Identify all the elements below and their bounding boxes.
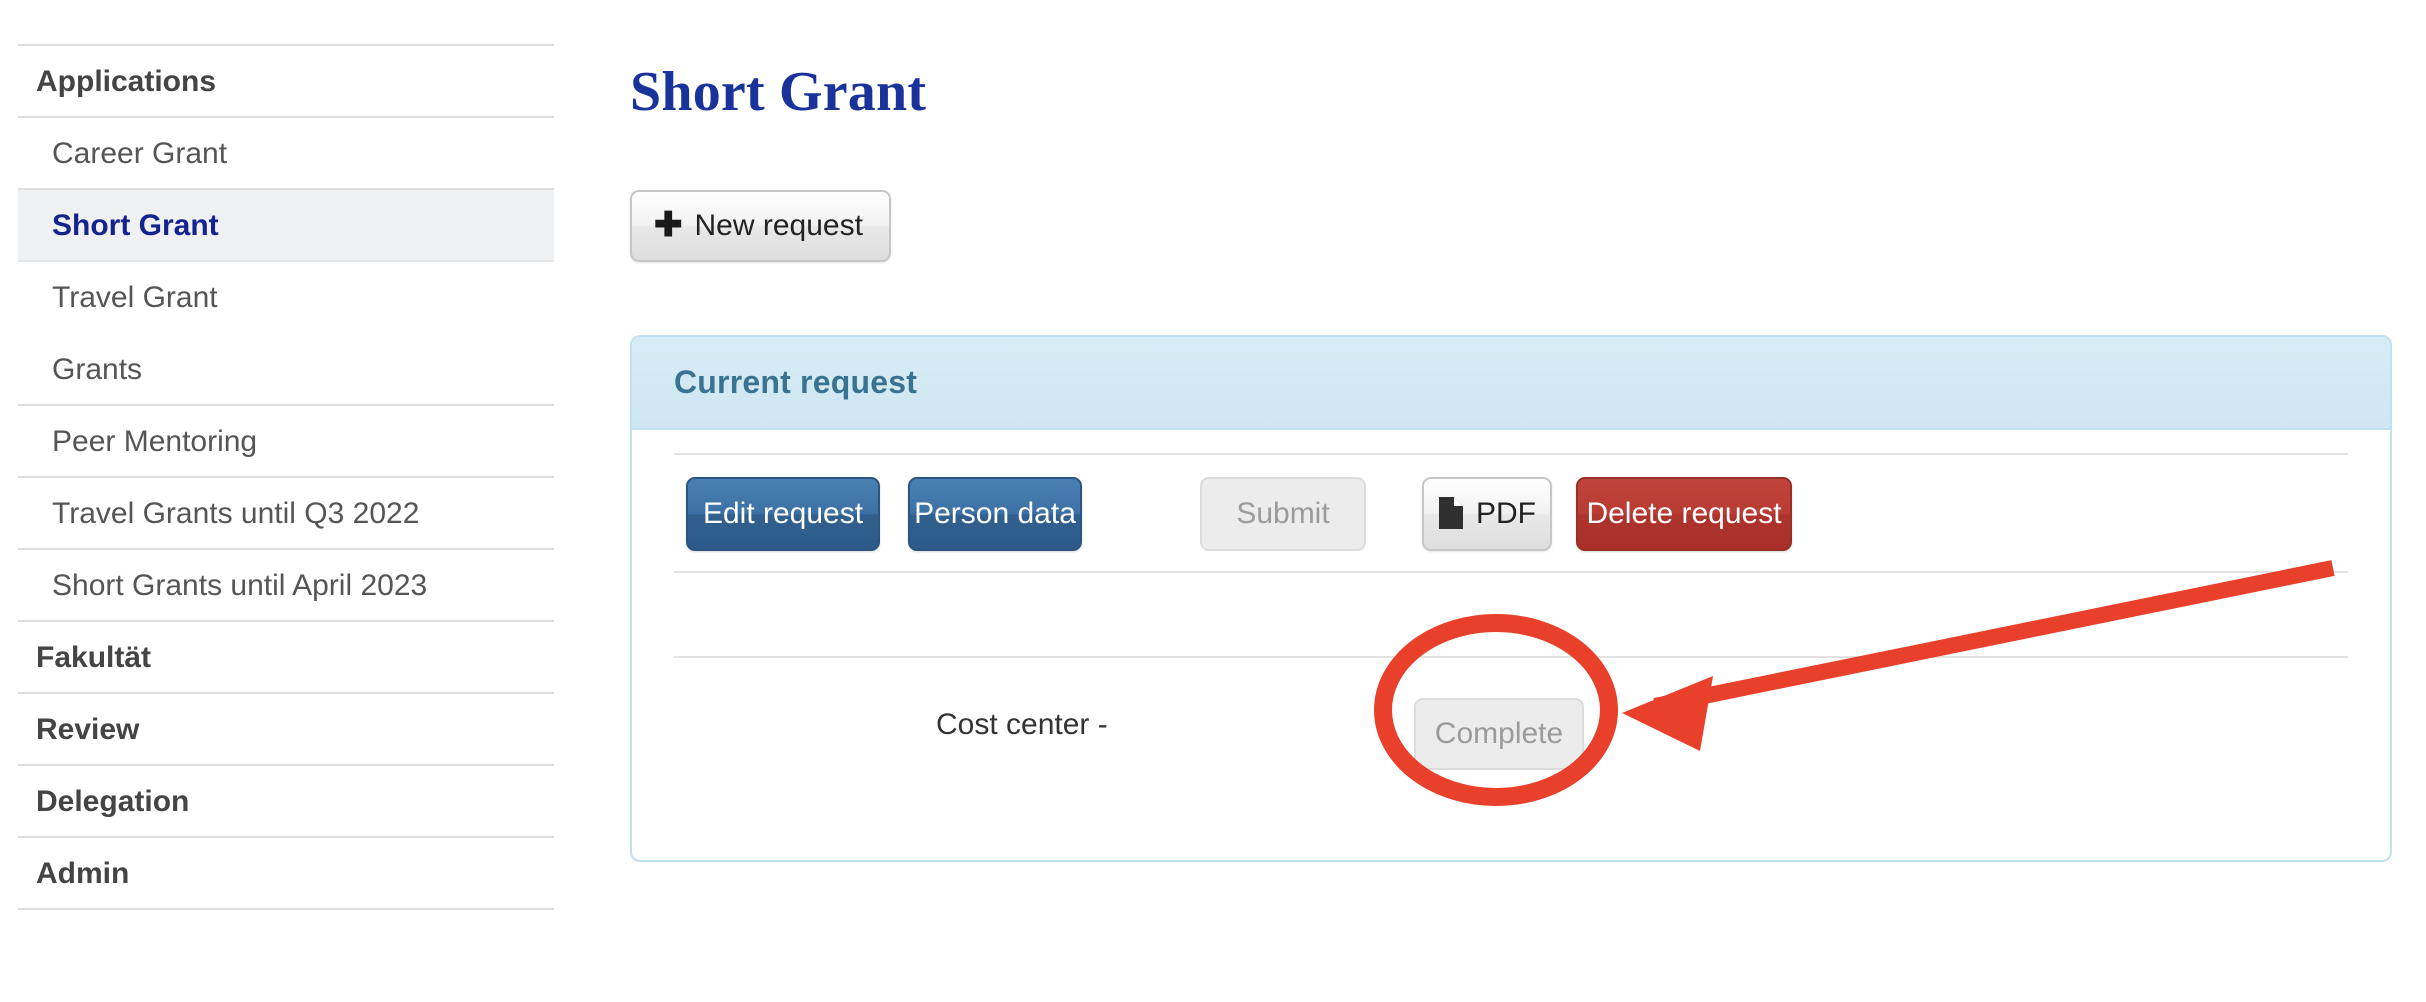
- sidebar-item-label: Grants: [52, 353, 143, 386]
- sidebar-item-career-grant[interactable]: Career Grant: [18, 118, 554, 190]
- sidebar-item-review[interactable]: Review: [18, 694, 554, 766]
- sidebar-item-short-grants-until-april-2023[interactable]: Short Grants until April 2023: [18, 550, 554, 622]
- page-title: Short Grant: [630, 60, 927, 123]
- sidebar-item-label: Admin: [36, 857, 130, 890]
- sidebar-item-short-grant[interactable]: Short Grant: [18, 190, 554, 262]
- sidebar-item-label: Peer Mentoring: [52, 425, 258, 458]
- new-request-button[interactable]: ✚ New request: [630, 190, 891, 262]
- edit-request-button[interactable]: Edit request: [686, 477, 880, 551]
- sidebar-item-label: Fakultät: [36, 641, 152, 674]
- panel-body: Edit request Person data Submit PDF Dele…: [632, 453, 2390, 796]
- panel-divider-row: [674, 571, 2348, 656]
- submit-label: Submit: [1236, 497, 1330, 530]
- sidebar-item-label: Travel Grants until Q3 2022: [52, 497, 420, 530]
- person-data-button[interactable]: Person data: [908, 477, 1082, 551]
- submit-button[interactable]: Submit: [1200, 477, 1366, 551]
- sidebar-item-applications[interactable]: Applications: [18, 46, 554, 118]
- sidebar-item-label: Travel Grant: [52, 281, 218, 314]
- sidebar-item-grants[interactable]: Grants: [18, 334, 554, 406]
- sidebar-item-travel-grants-until-q3-2022[interactable]: Travel Grants until Q3 2022: [18, 478, 554, 550]
- sidebar-item-travel-grant[interactable]: Travel Grant: [18, 262, 554, 334]
- sidebar-nav-list: Applications Career Grant Short Grant Tr…: [18, 44, 554, 910]
- sidebar-item-delegation[interactable]: Delegation: [18, 766, 554, 838]
- pdf-button[interactable]: PDF: [1422, 477, 1552, 551]
- delete-request-button[interactable]: Delete request: [1576, 477, 1792, 551]
- sidebar-item-label: Short Grant: [52, 209, 219, 242]
- sidebar-item-fakultaet[interactable]: Fakultät: [18, 622, 554, 694]
- sidebar-item-label: Review: [36, 713, 140, 746]
- cost-center-label: Cost center -: [936, 708, 1108, 741]
- file-pdf-icon: [1438, 496, 1464, 530]
- cost-center-row: Cost center - Complete: [674, 656, 2348, 796]
- pdf-label: PDF: [1476, 497, 1536, 530]
- sidebar-item-label: Short Grants until April 2023: [52, 569, 428, 602]
- panel-header-title: Current request: [674, 364, 918, 400]
- sidebar-item-label: Delegation: [36, 785, 190, 818]
- complete-label: Complete: [1434, 717, 1564, 750]
- action-row: Edit request Person data Submit PDF Dele…: [674, 453, 2348, 571]
- delete-request-label: Delete request: [1586, 497, 1782, 530]
- current-request-panel: Current request Edit request Person data…: [630, 335, 2392, 862]
- sidebar-item-label: Career Grant: [52, 137, 228, 170]
- complete-button[interactable]: Complete: [1414, 698, 1584, 770]
- sidebar-item-peer-mentoring[interactable]: Peer Mentoring: [18, 406, 554, 478]
- sidebar: Applications Career Grant Short Grant Tr…: [0, 0, 562, 1002]
- sidebar-item-label: Applications: [36, 65, 217, 98]
- main-content: Short Grant ✚ New request Current reques…: [562, 0, 2426, 1002]
- action-button-bar: Edit request Person data Submit PDF Dele…: [674, 477, 2348, 551]
- person-data-label: Person data: [914, 497, 1076, 530]
- plus-icon: ✚: [654, 206, 683, 244]
- edit-request-label: Edit request: [702, 497, 864, 530]
- new-request-label: New request: [694, 209, 863, 242]
- sidebar-item-admin[interactable]: Admin: [18, 838, 554, 910]
- panel-header: Current request: [632, 337, 2390, 430]
